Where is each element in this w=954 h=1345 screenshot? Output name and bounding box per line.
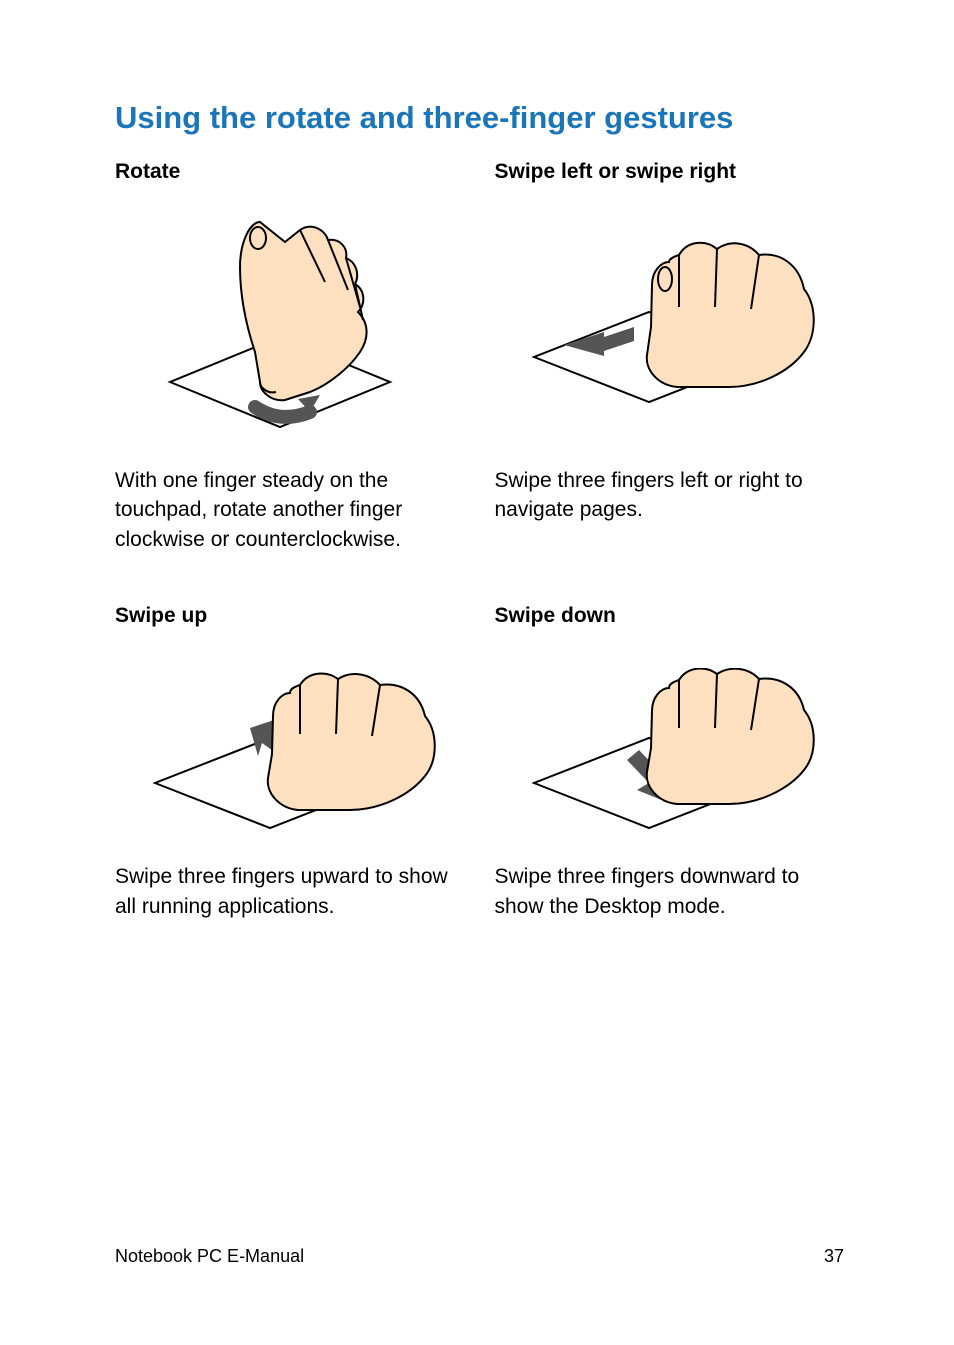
gesture-swipe-up-illustration: [115, 658, 465, 848]
gesture-rotate: Rotate: [115, 160, 465, 594]
page-content: Using the rotate and three-finger gestur…: [0, 0, 954, 961]
gesture-swipe-lr-illustration: [495, 202, 845, 452]
swipe-up-hand-icon: [140, 668, 440, 838]
gesture-swipe-up: Swipe up Swipe three fingers upward to s…: [115, 594, 465, 961]
gesture-swipe-down: Swipe down Swipe three fingers downward …: [495, 594, 845, 961]
gesture-rotate-illustration: [115, 202, 465, 452]
gesture-swipe-up-desc: Swipe three fingers upward to show all r…: [115, 862, 465, 921]
gesture-rotate-label: Rotate: [115, 160, 465, 184]
swipe-lr-hand-icon: [519, 237, 819, 417]
footer-doc-title: Notebook PC E-Manual: [115, 1246, 304, 1267]
gesture-grid: Rotate: [115, 160, 844, 961]
gesture-swipe-down-desc: Swipe three fingers downward to show the…: [495, 862, 845, 921]
gesture-swipe-down-illustration: [495, 658, 845, 848]
gesture-swipe-up-label: Swipe up: [115, 604, 465, 628]
gesture-swipe-lr-desc: Swipe three fingers left or right to nav…: [495, 466, 845, 525]
rotate-hand-icon: [160, 212, 420, 442]
page-footer: Notebook PC E-Manual 37: [0, 1246, 954, 1267]
gesture-swipe-lr: Swipe left or swipe right: [495, 160, 845, 594]
gesture-rotate-desc: With one finger steady on the touchpad, …: [115, 466, 465, 554]
page-title: Using the rotate and three-finger gestur…: [115, 100, 844, 136]
footer-page-number: 37: [824, 1246, 844, 1267]
gesture-swipe-lr-label: Swipe left or swipe right: [495, 160, 845, 184]
swipe-down-hand-icon: [519, 668, 819, 838]
gesture-swipe-down-label: Swipe down: [495, 604, 845, 628]
